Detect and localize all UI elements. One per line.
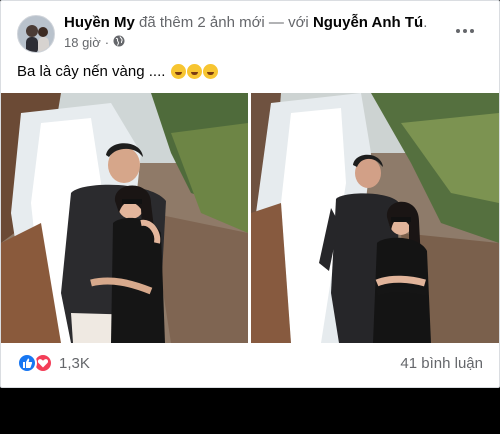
tagged-name[interactable]: Nguyễn Anh Tú xyxy=(313,14,423,31)
author-avatar[interactable] xyxy=(17,15,55,53)
header-period: . xyxy=(423,14,428,31)
bottom-black-bar xyxy=(0,388,500,434)
caption-emojis xyxy=(171,64,219,79)
post-action-text: đã thêm 2 ảnh mới — với xyxy=(134,14,313,31)
post-header: Huyền My đã thêm 2 ảnh mới — với Nguyễn … xyxy=(64,14,427,31)
dot-icon xyxy=(456,29,460,33)
rofl-emoji-icon xyxy=(187,64,203,79)
post-caption: Ba là cây nến vàng .... xyxy=(17,63,219,80)
dot-icon xyxy=(463,29,467,33)
post-meta: 18 giờ · xyxy=(64,35,125,50)
like-icon xyxy=(17,353,37,373)
dot-icon xyxy=(470,29,474,33)
photo-couple-waterfall-standing[interactable] xyxy=(251,93,499,343)
globe-icon[interactable] xyxy=(113,35,125,50)
reaction-count: 1,3K xyxy=(59,354,90,372)
post-time[interactable]: 18 giờ xyxy=(64,35,101,50)
rofl-emoji-icon xyxy=(203,64,219,79)
more-options-button[interactable] xyxy=(453,21,477,41)
reaction-summary[interactable]: 1,3K xyxy=(17,353,90,373)
rofl-emoji-icon xyxy=(171,64,187,79)
comment-count-link[interactable]: 41 bình luận xyxy=(400,355,483,372)
post-card: Huyền My đã thêm 2 ảnh mới — với Nguyễn … xyxy=(0,0,500,388)
photo-couple-waterfall-hug[interactable] xyxy=(1,93,248,343)
author-name[interactable]: Huyền My xyxy=(64,14,135,31)
caption-text: Ba là cây nến vàng .... xyxy=(17,63,166,80)
meta-separator: · xyxy=(104,35,110,50)
